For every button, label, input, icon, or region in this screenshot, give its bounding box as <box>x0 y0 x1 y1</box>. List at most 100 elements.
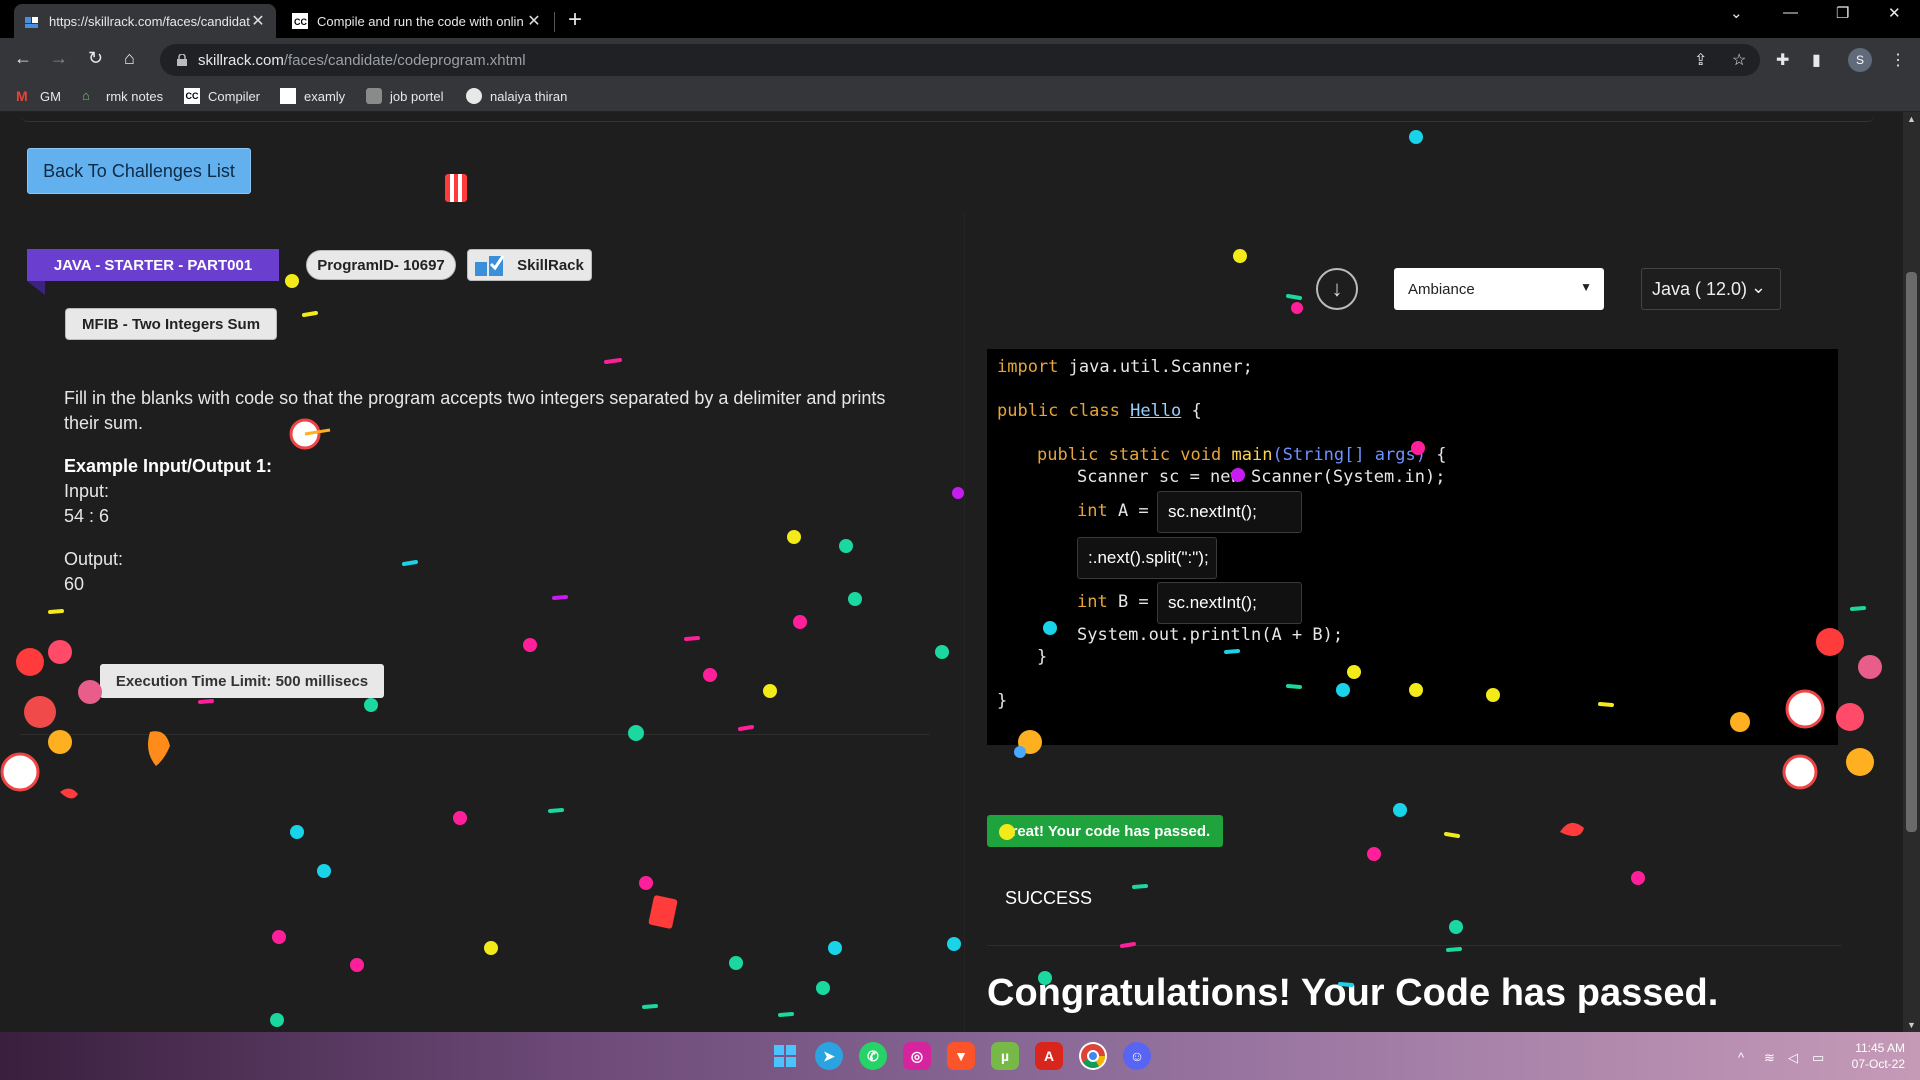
blank-input-1[interactable]: sc.nextInt(); <box>1157 491 1302 533</box>
bookmark-rmk-notes[interactable]: ⌂ rmk notes <box>82 88 163 104</box>
keyword: int <box>1077 592 1108 612</box>
tab-online-compiler[interactable]: CC Compile and run the code with onlin ✕ <box>282 4 552 38</box>
method-args: (String[] args) <box>1272 445 1426 465</box>
examly-icon <box>280 88 296 104</box>
tab-skillrack[interactable]: https://skillrack.com/faces/candidat ✕ <box>14 4 276 38</box>
lock-icon <box>177 54 187 66</box>
chevron-down-icon: ▼ <box>1580 280 1592 294</box>
school-icon: ⌂ <box>82 88 90 103</box>
bookmark-gm[interactable]: M GM <box>16 88 61 104</box>
code-line-4: Scanner sc = new Scanner(System.in); <box>1077 467 1446 487</box>
chrome-icon[interactable] <box>1079 1042 1107 1070</box>
input-value: 54 : 6 <box>64 506 110 526</box>
code-text: A = <box>1107 501 1149 521</box>
code-line-1: import java.util.Scanner; <box>997 357 1253 377</box>
code-line-7: int B = <box>1077 592 1149 612</box>
back-arrow-icon[interactable]: ← <box>14 48 32 69</box>
code-text: { <box>1425 445 1447 465</box>
instagram-icon[interactable]: ◎ <box>903 1042 931 1070</box>
theme-value: Ambiance <box>1408 280 1475 298</box>
tab-title: Compile and run the code with onlin <box>317 13 524 29</box>
language-value: Java ( 12.0) <box>1652 278 1748 299</box>
close-tab-icon[interactable]: ✕ <box>526 11 542 31</box>
minimize-icon[interactable]: — <box>1783 4 1798 21</box>
volume-icon[interactable]: ◁ <box>1788 1050 1798 1066</box>
system-clock[interactable]: 11:45 AM 07-Oct-22 <box>1845 1040 1905 1072</box>
code-editor[interactable]: import java.util.Scanner; public class H… <box>987 349 1838 745</box>
profile-avatar[interactable]: S <box>1848 48 1872 72</box>
share-icon[interactable]: ⇪ <box>1694 50 1707 70</box>
close-window-icon[interactable]: ✕ <box>1888 4 1901 22</box>
skillrack-logo-icon <box>475 255 505 276</box>
home-icon[interactable]: ⌂ <box>124 48 135 69</box>
brave-icon[interactable]: ▼ <box>947 1042 975 1070</box>
whatsapp-icon[interactable]: ✆ <box>859 1042 887 1070</box>
skillrack-badge: SkillRack <box>467 249 592 281</box>
chevron-up-icon[interactable]: ^ <box>1738 1050 1744 1065</box>
bookmark-nalaiya-thiran[interactable]: nalaiya thiran <box>466 88 567 104</box>
ribbon-fold <box>27 281 45 295</box>
svg-text:CC: CC <box>294 17 307 27</box>
panel-divider <box>964 212 965 1032</box>
language-select[interactable]: Java ( 12.0) ⌄ <box>1641 268 1781 310</box>
tab-strip: https://skillrack.com/faces/candidat ✕ C… <box>0 0 1920 38</box>
skillrack-favicon-icon <box>25 17 38 28</box>
problem-title: MFIB - Two Integers Sum <box>65 308 277 340</box>
tab-search-icon[interactable]: ⌄ <box>1730 4 1743 22</box>
telegram-icon[interactable]: ➤ <box>815 1042 843 1070</box>
code-line-10: } <box>997 691 1008 711</box>
bookmark-examly[interactable]: examly <box>280 88 345 104</box>
bookmark-label: Compiler <box>208 88 261 104</box>
code-text: B = <box>1107 592 1149 612</box>
bookmark-label: rmk notes <box>106 88 164 104</box>
discord-icon[interactable]: ☺ <box>1123 1042 1151 1070</box>
new-tab-icon[interactable]: + <box>568 6 582 34</box>
program-id-badge: ProgramID- 10697 <box>306 250 456 280</box>
reload-icon[interactable]: ↻ <box>88 48 103 69</box>
page-scrollbar[interactable]: ▲ ▼ <box>1903 112 1920 1032</box>
url-host: skillrack.com <box>198 51 284 69</box>
windows-start-icon[interactable] <box>771 1042 799 1070</box>
wifi-icon[interactable]: ≋ <box>1764 1050 1775 1066</box>
left-divider <box>20 734 930 735</box>
theme-select[interactable]: Ambiance ▼ <box>1394 268 1604 310</box>
bookmark-compiler[interactable]: CC Compiler <box>184 88 260 104</box>
blank-input-3[interactable]: sc.nextInt(); <box>1157 582 1302 624</box>
battery-icon[interactable]: ▭ <box>1812 1050 1824 1066</box>
restore-icon[interactable]: ❐ <box>1836 4 1849 22</box>
output-label: Output: <box>64 549 124 569</box>
popcorn-icon <box>445 174 678 929</box>
bookmark-star-icon[interactable]: ☆ <box>1732 50 1746 70</box>
chevron-down-icon: ⌄ <box>1750 277 1766 297</box>
job-portal-icon <box>366 88 382 104</box>
scrollbar-thumb[interactable] <box>1906 272 1917 832</box>
status-text: SUCCESS <box>1005 888 1093 908</box>
code-line-3: public static void main(String[] args) { <box>1037 445 1446 465</box>
forward-arrow-icon[interactable]: → <box>50 48 68 69</box>
code-line-2: public class Hello { <box>997 401 1202 421</box>
tab-separator <box>554 12 555 32</box>
gmail-icon: M <box>16 88 28 104</box>
blank-input-2[interactable]: :.next().split(":"); <box>1077 537 1217 579</box>
congratulations-heading: Congratulations! Your Code has passed. <box>987 972 1719 1014</box>
bookmark-job-portel[interactable]: job portel <box>366 88 443 104</box>
scroll-up-icon[interactable]: ▲ <box>1907 114 1916 124</box>
utorrent-icon[interactable]: µ <box>991 1042 1019 1070</box>
code-line-5: int A = <box>1077 501 1149 521</box>
extensions-icon[interactable]: ✚ <box>1776 50 1789 70</box>
address-bar[interactable]: skillrack.com/faces/candidate/codeprogra… <box>160 44 1760 76</box>
back-to-challenges-button[interactable]: Back To Challenges List <box>27 148 251 194</box>
course-ribbon: JAVA - STARTER - PART001 <box>27 249 279 281</box>
keyword: public static void <box>1037 445 1222 465</box>
acrobat-icon[interactable]: A <box>1035 1042 1063 1070</box>
bookmark-label: nalaiya thiran <box>490 88 568 104</box>
bookmarks-bar: M GM ⌂ rmk notes CC Compiler examly job por… <box>0 82 1920 112</box>
keyword: public class <box>997 401 1120 421</box>
scroll-down-icon[interactable]: ▼ <box>1907 1020 1916 1030</box>
menu-kebab-icon[interactable]: ⋮ <box>1890 50 1906 70</box>
problem-description: Fill in the blanks with code so that the… <box>64 388 886 433</box>
close-tab-icon[interactable]: ✕ <box>250 11 266 31</box>
download-icon[interactable]: ↓ <box>1316 268 1358 310</box>
side-panel-icon[interactable]: ▮ <box>1812 50 1821 70</box>
globe-icon <box>466 88 482 104</box>
